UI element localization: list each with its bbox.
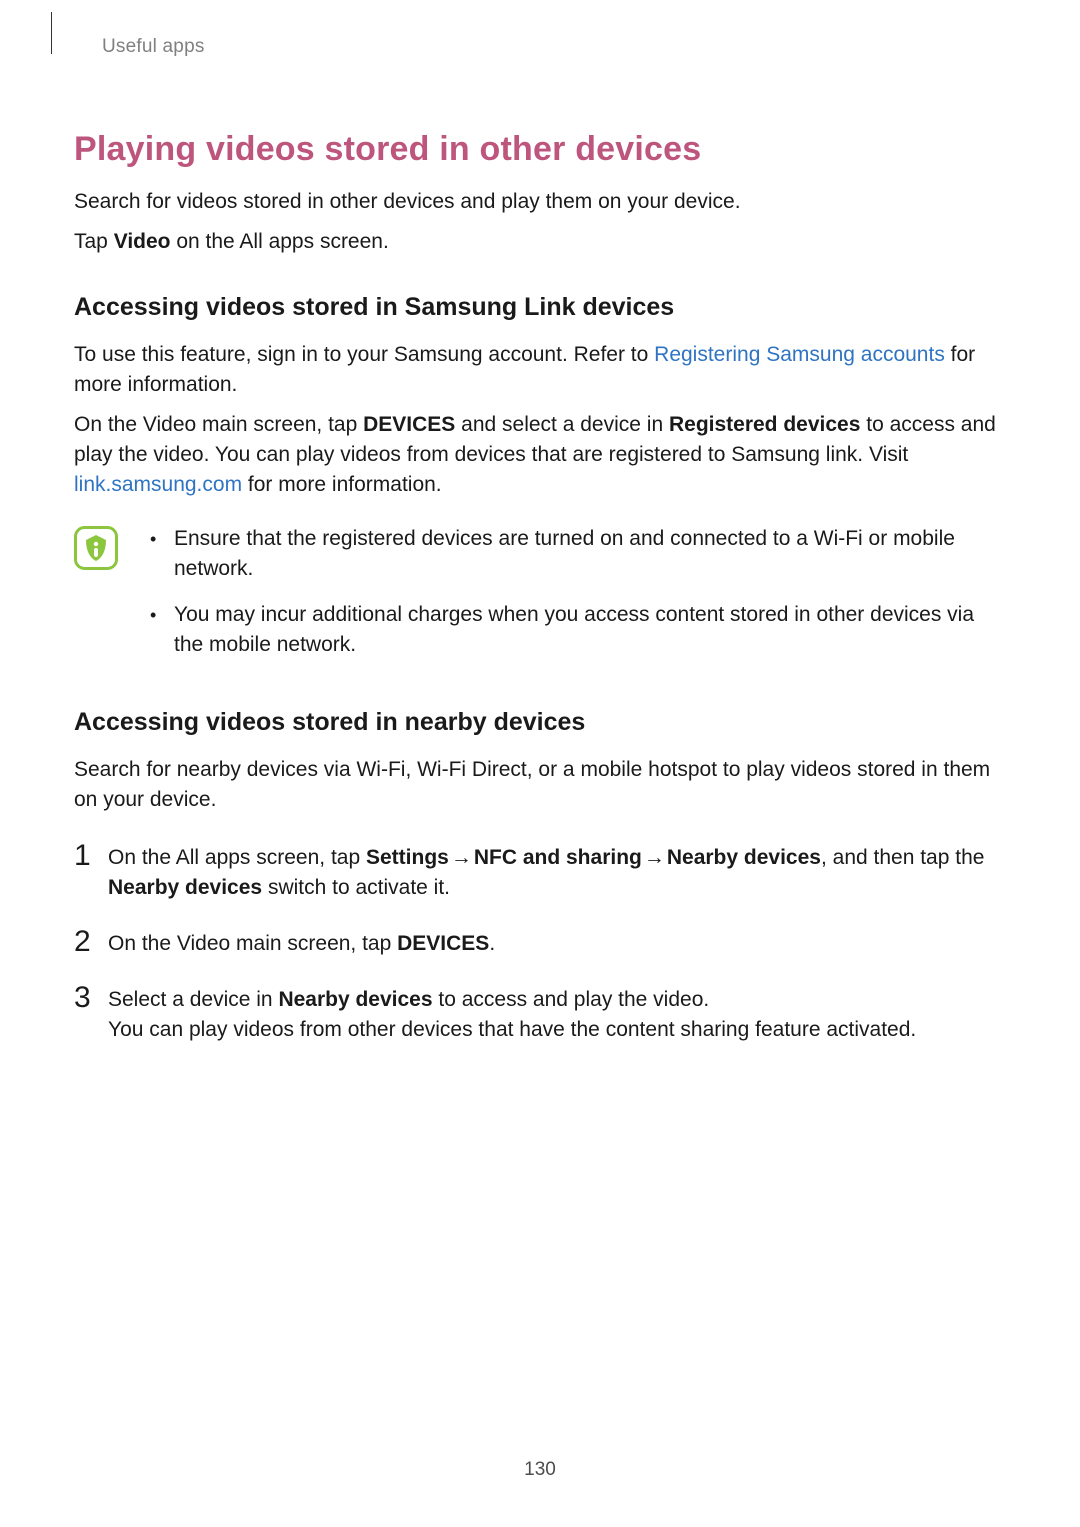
text: on the All apps screen. xyxy=(171,230,389,253)
link-samsung-com[interactable]: link.samsung.com xyxy=(74,473,242,496)
text: On the Video main screen, tap xyxy=(108,932,397,955)
step-2-text: On the Video main screen, tap DEVICES. xyxy=(108,929,1008,959)
bold-text-nearby-devices: Nearby devices xyxy=(278,988,432,1011)
bold-text-registered-devices: Registered devices xyxy=(669,413,860,436)
intro-paragraph-1: Search for videos stored in other device… xyxy=(74,187,1008,217)
note-list: Ensure that the registered devices are t… xyxy=(144,524,1008,660)
section-heading-nearby-devices: Accessing videos stored in nearby device… xyxy=(74,708,1008,737)
section1-paragraph-2: On the Video main screen, tap DEVICES an… xyxy=(74,410,1008,500)
text: to access and play the video. xyxy=(433,988,710,1011)
text: On the Video main screen, tap xyxy=(74,413,363,436)
breadcrumb: Useful apps xyxy=(102,36,1008,58)
note-block: Ensure that the registered devices are t… xyxy=(74,524,1008,660)
bold-text-devices: DEVICES xyxy=(397,932,489,955)
section-heading-samsung-link: Accessing videos stored in Samsung Link … xyxy=(74,293,1008,322)
page: Useful apps Playing videos stored in oth… xyxy=(0,0,1080,1527)
section2-paragraph-1: Search for nearby devices via Wi-Fi, Wi-… xyxy=(74,755,1008,815)
text: To use this feature, sign in to your Sam… xyxy=(74,343,654,366)
step-3-text: Select a device in Nearby devices to acc… xyxy=(108,985,1008,1015)
text: . xyxy=(489,932,495,955)
text: for more information. xyxy=(242,473,442,496)
note-item: Ensure that the registered devices are t… xyxy=(144,524,1008,584)
text: Select a device in xyxy=(108,988,278,1011)
arrow-icon: → xyxy=(642,843,667,873)
text: On the All apps screen, tap xyxy=(108,846,366,869)
bold-text-devices: DEVICES xyxy=(363,413,455,436)
step-3: 3 Select a device in Nearby devices to a… xyxy=(74,985,1008,1045)
steps-list: 1 On the All apps screen, tap Settings →… xyxy=(74,843,1008,1045)
step-number: 3 xyxy=(74,983,108,1013)
step-number: 2 xyxy=(74,927,108,957)
step-3-secondary-text: You can play videos from other devices t… xyxy=(108,1015,1008,1045)
text: switch to activate it. xyxy=(262,876,450,899)
note-icon xyxy=(74,526,118,575)
bold-text-settings: Settings xyxy=(366,846,449,869)
bold-text-video: Video xyxy=(114,230,171,253)
text: Tap xyxy=(74,230,114,253)
link-registering-samsung-accounts[interactable]: Registering Samsung accounts xyxy=(654,343,945,366)
text: , and then tap the xyxy=(821,846,984,869)
intro-paragraph-2: Tap Video on the All apps screen. xyxy=(74,227,1008,257)
step-1: 1 On the All apps screen, tap Settings →… xyxy=(74,843,1008,903)
page-title: Playing videos stored in other devices xyxy=(74,130,1008,169)
section1-paragraph-1: To use this feature, sign in to your Sam… xyxy=(74,340,1008,400)
step-2: 2 On the Video main screen, tap DEVICES. xyxy=(74,929,1008,959)
bold-text-nfc-sharing: NFC and sharing xyxy=(474,846,642,869)
bold-text-nearby-devices-switch: Nearby devices xyxy=(108,876,262,899)
step-1-text: On the All apps screen, tap Settings → N… xyxy=(108,843,1008,903)
step-number: 1 xyxy=(74,841,108,871)
page-number: 130 xyxy=(0,1459,1080,1481)
text: and select a device in xyxy=(455,413,669,436)
note-item: You may incur additional charges when yo… xyxy=(144,600,1008,660)
header-rule xyxy=(51,12,52,54)
bold-text-nearby-devices: Nearby devices xyxy=(667,846,821,869)
arrow-icon: → xyxy=(449,843,474,873)
